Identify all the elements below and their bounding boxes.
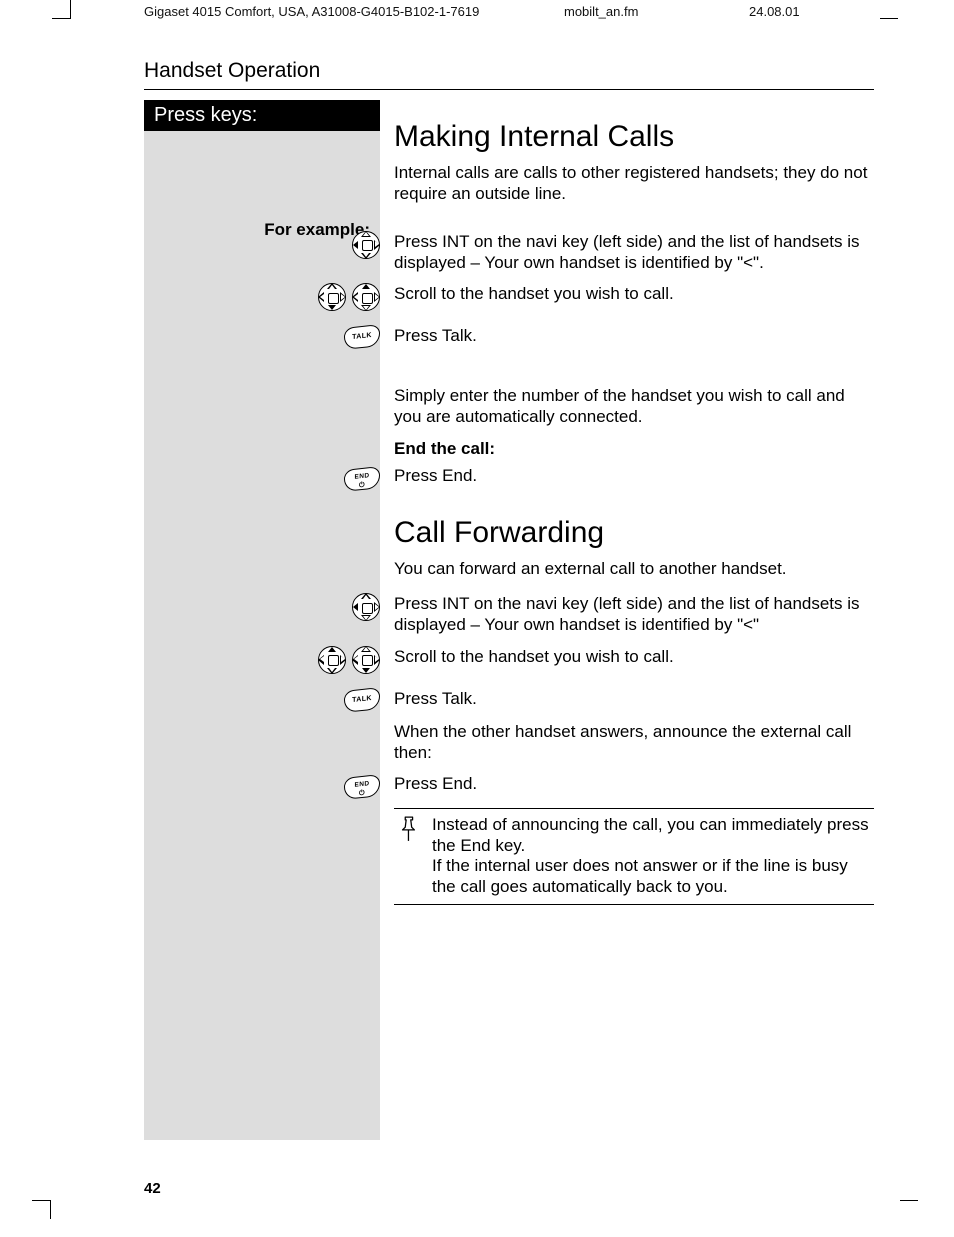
cf-step-scroll: Scroll to the handset you wish to call. — [394, 646, 874, 667]
section-title: Handset Operation — [0, 23, 954, 89]
step-scroll: Scroll to the handset you wish to call. — [394, 283, 874, 304]
note-box: Instead of announcing the call, you can … — [394, 808, 874, 905]
intro-internal-calls: Internal calls are calls to other regist… — [394, 162, 874, 205]
cf-step-press-end: Press End. — [394, 773, 874, 794]
cf-step-press-talk: Press Talk. — [394, 688, 874, 709]
pushpin-icon — [394, 815, 422, 898]
right-column: Making Internal Calls Internal calls are… — [380, 100, 874, 1140]
heading-call-forwarding: Call Forwarding — [394, 516, 874, 550]
header-product: Gigaset 4015 Comfort, USA, A31008-G4015-… — [144, 4, 564, 19]
step-press-end: Press End. — [394, 465, 874, 486]
intro-call-forwarding: You can forward an external call to anot… — [394, 558, 874, 579]
header-file: mobilt_an.fm — [564, 4, 749, 19]
navi-up-icon — [318, 646, 346, 674]
navi-left-icon — [352, 593, 380, 621]
press-keys-bar: Press keys: — [144, 100, 380, 131]
cf-step-press-int: Press INT on the navi key (left side) an… — [394, 593, 874, 636]
doc-header: Gigaset 4015 Comfort, USA, A31008-G4015-… — [0, 0, 954, 23]
left-column: Press keys: For example: — [144, 100, 380, 1140]
navi-down-icon — [318, 283, 346, 311]
heading-making-internal-calls: Making Internal Calls — [394, 120, 874, 154]
navi-up-icon — [352, 283, 380, 311]
cf-announce: When the other handset answers, announce… — [394, 721, 874, 764]
step-enter-number: Simply enter the number of the handset y… — [394, 385, 874, 428]
end-call-heading: End the call: — [394, 438, 874, 459]
step-press-talk: Press Talk. — [394, 325, 874, 346]
navi-left-icon — [352, 231, 380, 259]
step-press-int: Press INT on the navi key (left side) an… — [394, 231, 874, 274]
note-text: Instead of announcing the call, you can … — [432, 815, 874, 898]
page-number: 42 — [0, 1140, 954, 1197]
header-date: 24.08.01 — [749, 4, 800, 19]
navi-down-icon — [352, 646, 380, 674]
section-rule — [144, 89, 874, 90]
